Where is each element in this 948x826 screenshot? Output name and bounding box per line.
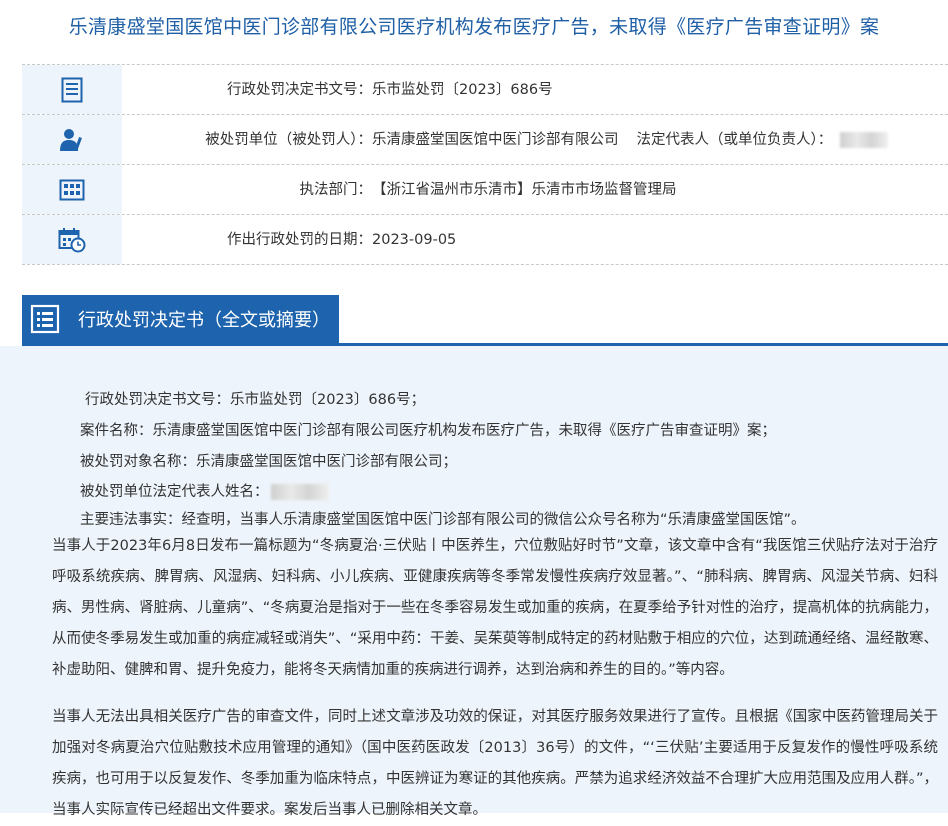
decision-document-body: 行政处罚决定书文号：乐市监处罚〔2023〕686号； 案件名称：乐清康盛堂国医馆… <box>0 346 948 818</box>
doc-paragraph-article: 当事人于2023年6月8日发布一篇标题为“冬病夏治·三伏贴丨中医养生，穴位敷贴好… <box>52 538 938 678</box>
document-icon <box>22 65 122 114</box>
info-value: 乐清康盛堂国医馆中医门诊部有限公司 <box>372 132 619 148</box>
section-header: 行政处罚决定书（全文或摘要） <box>22 295 339 344</box>
doc-line-penalized-name: 被处罚对象名称：乐清康盛堂国医馆中医门诊部有限公司； <box>80 454 457 470</box>
info-row-penalized-party: 被处罚单位（被处罚人）：乐清康盛堂国医馆中医门诊部有限公司 法定代表人（或单位负责… <box>22 115 948 165</box>
info-row-decision-date: 作出行政处罚的日期：2023-09-05 <box>22 215 948 265</box>
doc-line-violation-facts: 主要违法事实：经查明，当事人乐清康盛堂国医馆中医门诊部有限公司的微信公众号名称为… <box>80 512 806 528</box>
calendar-clock-icon <box>22 215 122 264</box>
info-text: 被处罚单位（被处罚人）：乐清康盛堂国医馆中医门诊部有限公司 法定代表人（或单位负责… <box>142 115 889 164</box>
redacted-name <box>270 484 329 500</box>
page-title: 乐清康盛堂国医馆中医门诊部有限公司医疗机构发布医疗广告，未取得《医疗广告审查证明… <box>68 16 880 38</box>
doc-line-case-name: 案件名称：乐清康盛堂国医馆中医门诊部有限公司医疗机构发布医疗广告，未取得《医疗广… <box>80 423 776 439</box>
building-icon <box>22 165 122 214</box>
info-text: 执法部门：【浙江省温州市乐清市】乐清市市场监督管理局 <box>142 165 677 214</box>
case-info-table: 行政处罚决定书文号：乐市监处罚〔2023〕686号 被处罚单位（被处罚人）：乐清… <box>22 64 948 265</box>
legal-rep-label: 法定代表人（或单位负责人）： <box>636 132 833 148</box>
info-label: 行政处罚决定书文号： <box>227 82 372 98</box>
info-text: 作出行政处罚的日期：2023-09-05 <box>142 215 456 264</box>
section-title: 行政处罚决定书（全文或摘要） <box>78 310 330 331</box>
info-value: 乐市监处罚〔2023〕686号 <box>372 82 553 98</box>
info-label: 作出行政处罚的日期： <box>227 232 372 248</box>
doc-paragraph-findings: 当事人无法出具相关医疗广告的审查文件，同时上述文章涉及功效的保证，对其医疗服务效… <box>52 709 938 818</box>
info-text: 行政处罚决定书文号：乐市监处罚〔2023〕686号 <box>142 65 553 114</box>
info-row-document-number: 行政处罚决定书文号：乐市监处罚〔2023〕686号 <box>22 65 948 115</box>
info-row-enforcement-dept: 执法部门：【浙江省温州市乐清市】乐清市市场监督管理局 <box>22 165 948 215</box>
doc-line-number: 行政处罚决定书文号：乐市监处罚〔2023〕686号； <box>85 392 426 408</box>
info-label: 执法部门： <box>299 182 373 198</box>
user-icon <box>22 115 122 164</box>
info-value: 【浙江省温州市乐清市】乐清市市场监督管理局 <box>372 182 677 198</box>
document-list-icon <box>30 304 60 334</box>
redacted-name <box>840 132 889 148</box>
info-value: 2023-09-05 <box>372 232 457 248</box>
legal-rep-text: 被处罚单位法定代表人姓名： <box>80 484 269 500</box>
doc-line-legal-rep: 被处罚单位法定代表人姓名： <box>80 480 329 501</box>
info-label: 被处罚单位（被处罚人）： <box>205 132 372 148</box>
